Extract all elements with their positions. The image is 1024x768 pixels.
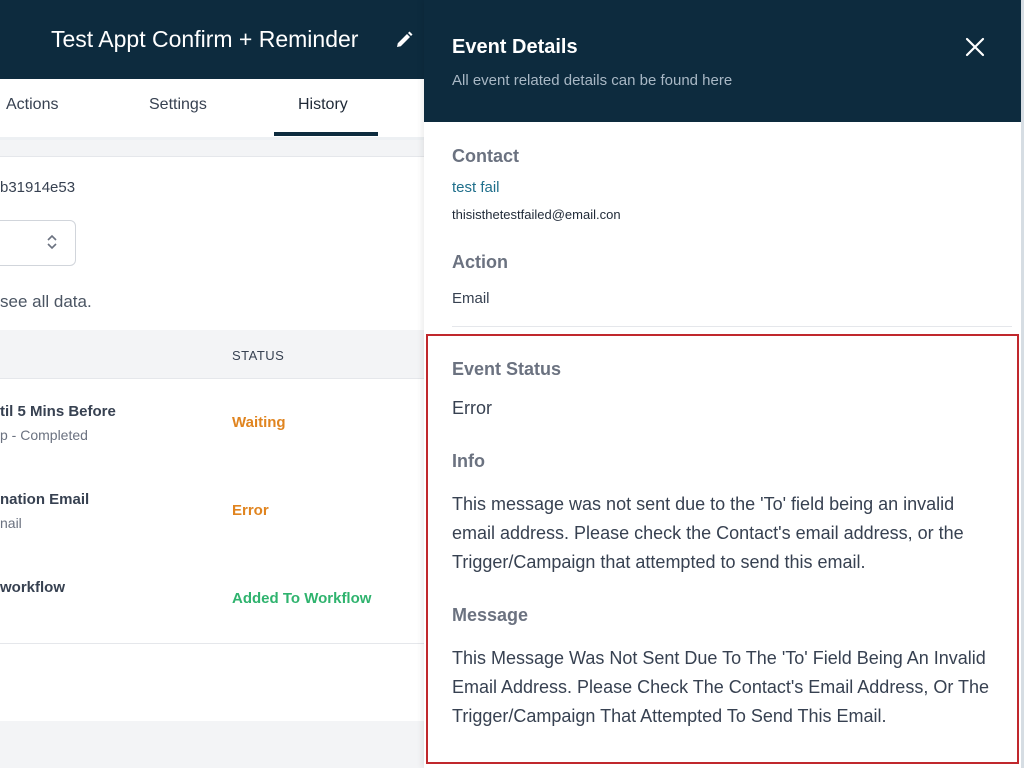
table-header: STATUS (0, 330, 424, 379)
drawer-title: Event Details (452, 36, 578, 58)
table-row[interactable]: til 5 Mins Before p - Completed Waiting (0, 379, 424, 468)
status-badge: Added To Workflow (232, 590, 372, 607)
row-step-name: workflow (0, 579, 66, 596)
drawer-subtitle: All event related details can be found h… (452, 72, 733, 89)
table-row[interactable]: nation Email nail Error (0, 467, 424, 556)
event-status-label: Event Status (452, 359, 562, 379)
hint-text: see all data. (0, 292, 92, 311)
workflow-tabs: Actions Settings History (0, 79, 424, 140)
info-label: Info (452, 451, 485, 471)
status-badge: Waiting (232, 414, 286, 431)
tab-settings[interactable]: Settings (149, 96, 207, 114)
chevron-up-down-icon (47, 234, 57, 250)
contact-name-link[interactable]: test fail (452, 179, 500, 196)
close-icon[interactable] (964, 36, 986, 58)
pencil-icon[interactable] (394, 30, 414, 50)
row-step-sub: p - Completed (0, 427, 88, 443)
divider (452, 326, 1012, 327)
status-badge: Error (232, 502, 269, 519)
table-row[interactable]: workflow Added To Workflow (0, 555, 424, 644)
workflow-id: b31914e53 (0, 179, 76, 196)
active-tab-indicator (274, 132, 378, 136)
row-step-sub: nail (0, 515, 22, 531)
workflow-title: Test Appt Confirm + Reminder (51, 26, 359, 52)
row-step-name: nation Email (0, 491, 90, 508)
event-status-value: Error (452, 398, 492, 418)
event-details-drawer: Event Details All event related details … (424, 0, 1024, 768)
action-value: Email (452, 290, 490, 307)
message-label: Message (452, 605, 529, 625)
tab-actions[interactable]: Actions (6, 96, 58, 114)
status-column-header: STATUS (232, 348, 285, 363)
action-label: Action (452, 252, 508, 272)
contact-email: thisisthetestfailed@email.con (452, 207, 621, 222)
message-text: This Message Was Not Sent Due To The 'To… (452, 648, 990, 726)
info-text: This message was not sent due to the 'To… (452, 494, 964, 572)
drawer-header: Event Details All event related details … (424, 0, 1021, 122)
contact-label: Contact (452, 146, 519, 166)
tab-history[interactable]: History (298, 96, 348, 114)
row-step-name: til 5 Mins Before (0, 403, 116, 420)
filter-select[interactable] (0, 220, 76, 266)
